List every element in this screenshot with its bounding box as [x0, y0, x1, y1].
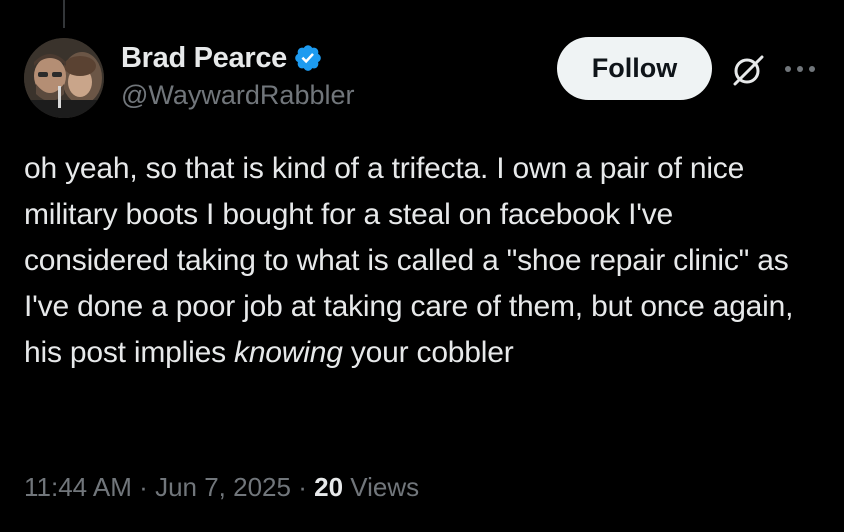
author-handle[interactable]: @WaywardRabbler — [121, 80, 354, 111]
tweet-date[interactable]: Jun 7, 2025 — [155, 472, 291, 502]
meta-separator: · — [298, 472, 307, 502]
more-icon[interactable] — [783, 62, 817, 76]
tweet-time[interactable]: 11:44 AM — [24, 472, 132, 502]
author-display-name[interactable]: Brad Pearce — [121, 42, 287, 75]
tweet-text: oh yeah, so that is kind of a trifecta. … — [24, 146, 824, 376]
avatar-photo — [24, 38, 104, 118]
tweet-text-emphasis: knowing — [234, 336, 343, 369]
tweet-text-end: your cobbler — [342, 336, 514, 369]
thread-connector-line — [63, 0, 65, 28]
views-count: 20 — [314, 472, 344, 502]
author-name-row: Brad Pearce — [121, 41, 323, 75]
tweet-meta: 11:44 AM · Jun 7, 2025 · 20 Views — [24, 472, 419, 503]
meta-separator: · — [139, 472, 148, 502]
follow-button[interactable]: Follow — [557, 37, 712, 100]
verified-badge-icon[interactable] — [293, 43, 323, 73]
avatar[interactable] — [24, 38, 104, 118]
grok-icon[interactable] — [730, 52, 766, 88]
views-label: Views — [350, 472, 420, 502]
